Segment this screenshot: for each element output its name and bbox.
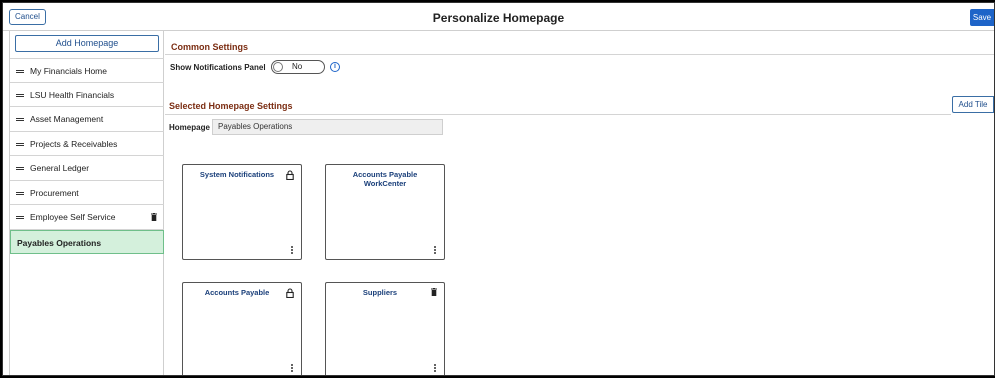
homepage-item-label: My Financials Home <box>30 66 107 76</box>
section-divider <box>165 114 951 115</box>
homepage-sidebar: Add Homepage My Financials Home LSU Heal… <box>9 31 164 375</box>
lock-icon <box>286 170 294 180</box>
toggle-knob <box>273 62 283 72</box>
homepage-item-label: LSU Health Financials <box>30 89 115 100</box>
homepage-item[interactable]: LSU Health Financials <box>10 83 164 107</box>
tile-title: System Notifications <box>199 170 275 179</box>
homepage-item[interactable]: My Financials Home <box>10 58 164 83</box>
homepage-item[interactable]: Asset Management <box>10 107 164 132</box>
add-tile-button[interactable]: Add Tile <box>952 96 994 113</box>
homepage-field-label: Homepage <box>169 123 210 132</box>
homepage-item[interactable]: Projects & Receivables <box>10 132 164 156</box>
drag-handle-icon[interactable] <box>16 216 24 219</box>
show-notifications-toggle[interactable]: No <box>271 60 325 74</box>
drag-handle-icon[interactable] <box>16 70 24 73</box>
save-button[interactable]: Save <box>970 9 994 26</box>
trash-icon[interactable] <box>431 288 437 296</box>
page-title: Personalize Homepage <box>432 11 565 25</box>
homepage-item[interactable]: Employee Self Service <box>10 205 164 230</box>
lock-icon <box>286 288 294 298</box>
common-settings-title: Common Settings <box>171 42 249 52</box>
more-options-icon[interactable] <box>291 246 293 254</box>
homepage-item-label: Employee Self Service <box>30 212 116 222</box>
homepage-list: My Financials Home LSU Health Financials… <box>10 58 164 254</box>
drag-handle-icon[interactable] <box>16 167 24 170</box>
homepage-item-label: Asset Management <box>30 114 104 124</box>
info-icon[interactable]: i <box>330 62 340 72</box>
tile-suppliers[interactable]: Suppliers <box>325 282 445 375</box>
drag-handle-icon[interactable] <box>16 118 24 121</box>
tile-accounts-payable-workcenter[interactable]: Accounts Payable WorkCenter <box>325 164 445 260</box>
homepage-item[interactable]: General Ledger <box>10 156 164 181</box>
more-options-icon[interactable] <box>434 246 436 254</box>
drag-handle-icon[interactable] <box>16 93 24 97</box>
show-notifications-label: Show Notifications Panel <box>170 63 266 72</box>
selected-settings-title: Selected Homepage Settings <box>169 101 293 111</box>
tile-title: Suppliers <box>362 288 398 297</box>
homepage-item-label: Procurement <box>30 187 79 198</box>
add-homepage-button[interactable]: Add Homepage <box>15 35 159 52</box>
more-options-icon[interactable] <box>434 364 436 372</box>
tile-accounts-payable[interactable]: Accounts Payable <box>182 282 302 375</box>
main-panel: Common Settings Show Notifications Panel… <box>165 31 994 375</box>
trash-icon[interactable] <box>151 213 157 221</box>
homepage-item-selected[interactable]: Payables Operations <box>10 229 164 254</box>
personalize-homepage-window: Cancel Personalize Homepage Save Add Hom… <box>2 2 995 376</box>
drag-handle-icon[interactable] <box>16 142 24 146</box>
homepage-item[interactable]: Procurement <box>10 181 164 205</box>
homepage-name-field[interactable]: Payables Operations <box>212 119 443 135</box>
top-bar: Cancel Personalize Homepage Save <box>3 3 994 31</box>
drag-handle-icon[interactable] <box>16 191 24 195</box>
toggle-value: No <box>292 62 303 71</box>
homepage-item-label: Payables Operations <box>17 237 102 248</box>
homepage-item-label: Projects & Receivables <box>30 138 118 149</box>
homepage-item-label: General Ledger <box>30 163 90 173</box>
tile-title: Accounts Payable WorkCenter <box>352 170 418 188</box>
tile-title: Accounts Payable <box>204 288 270 297</box>
section-divider <box>165 54 994 55</box>
tile-system-notifications[interactable]: System Notifications <box>182 164 302 260</box>
more-options-icon[interactable] <box>291 364 293 372</box>
